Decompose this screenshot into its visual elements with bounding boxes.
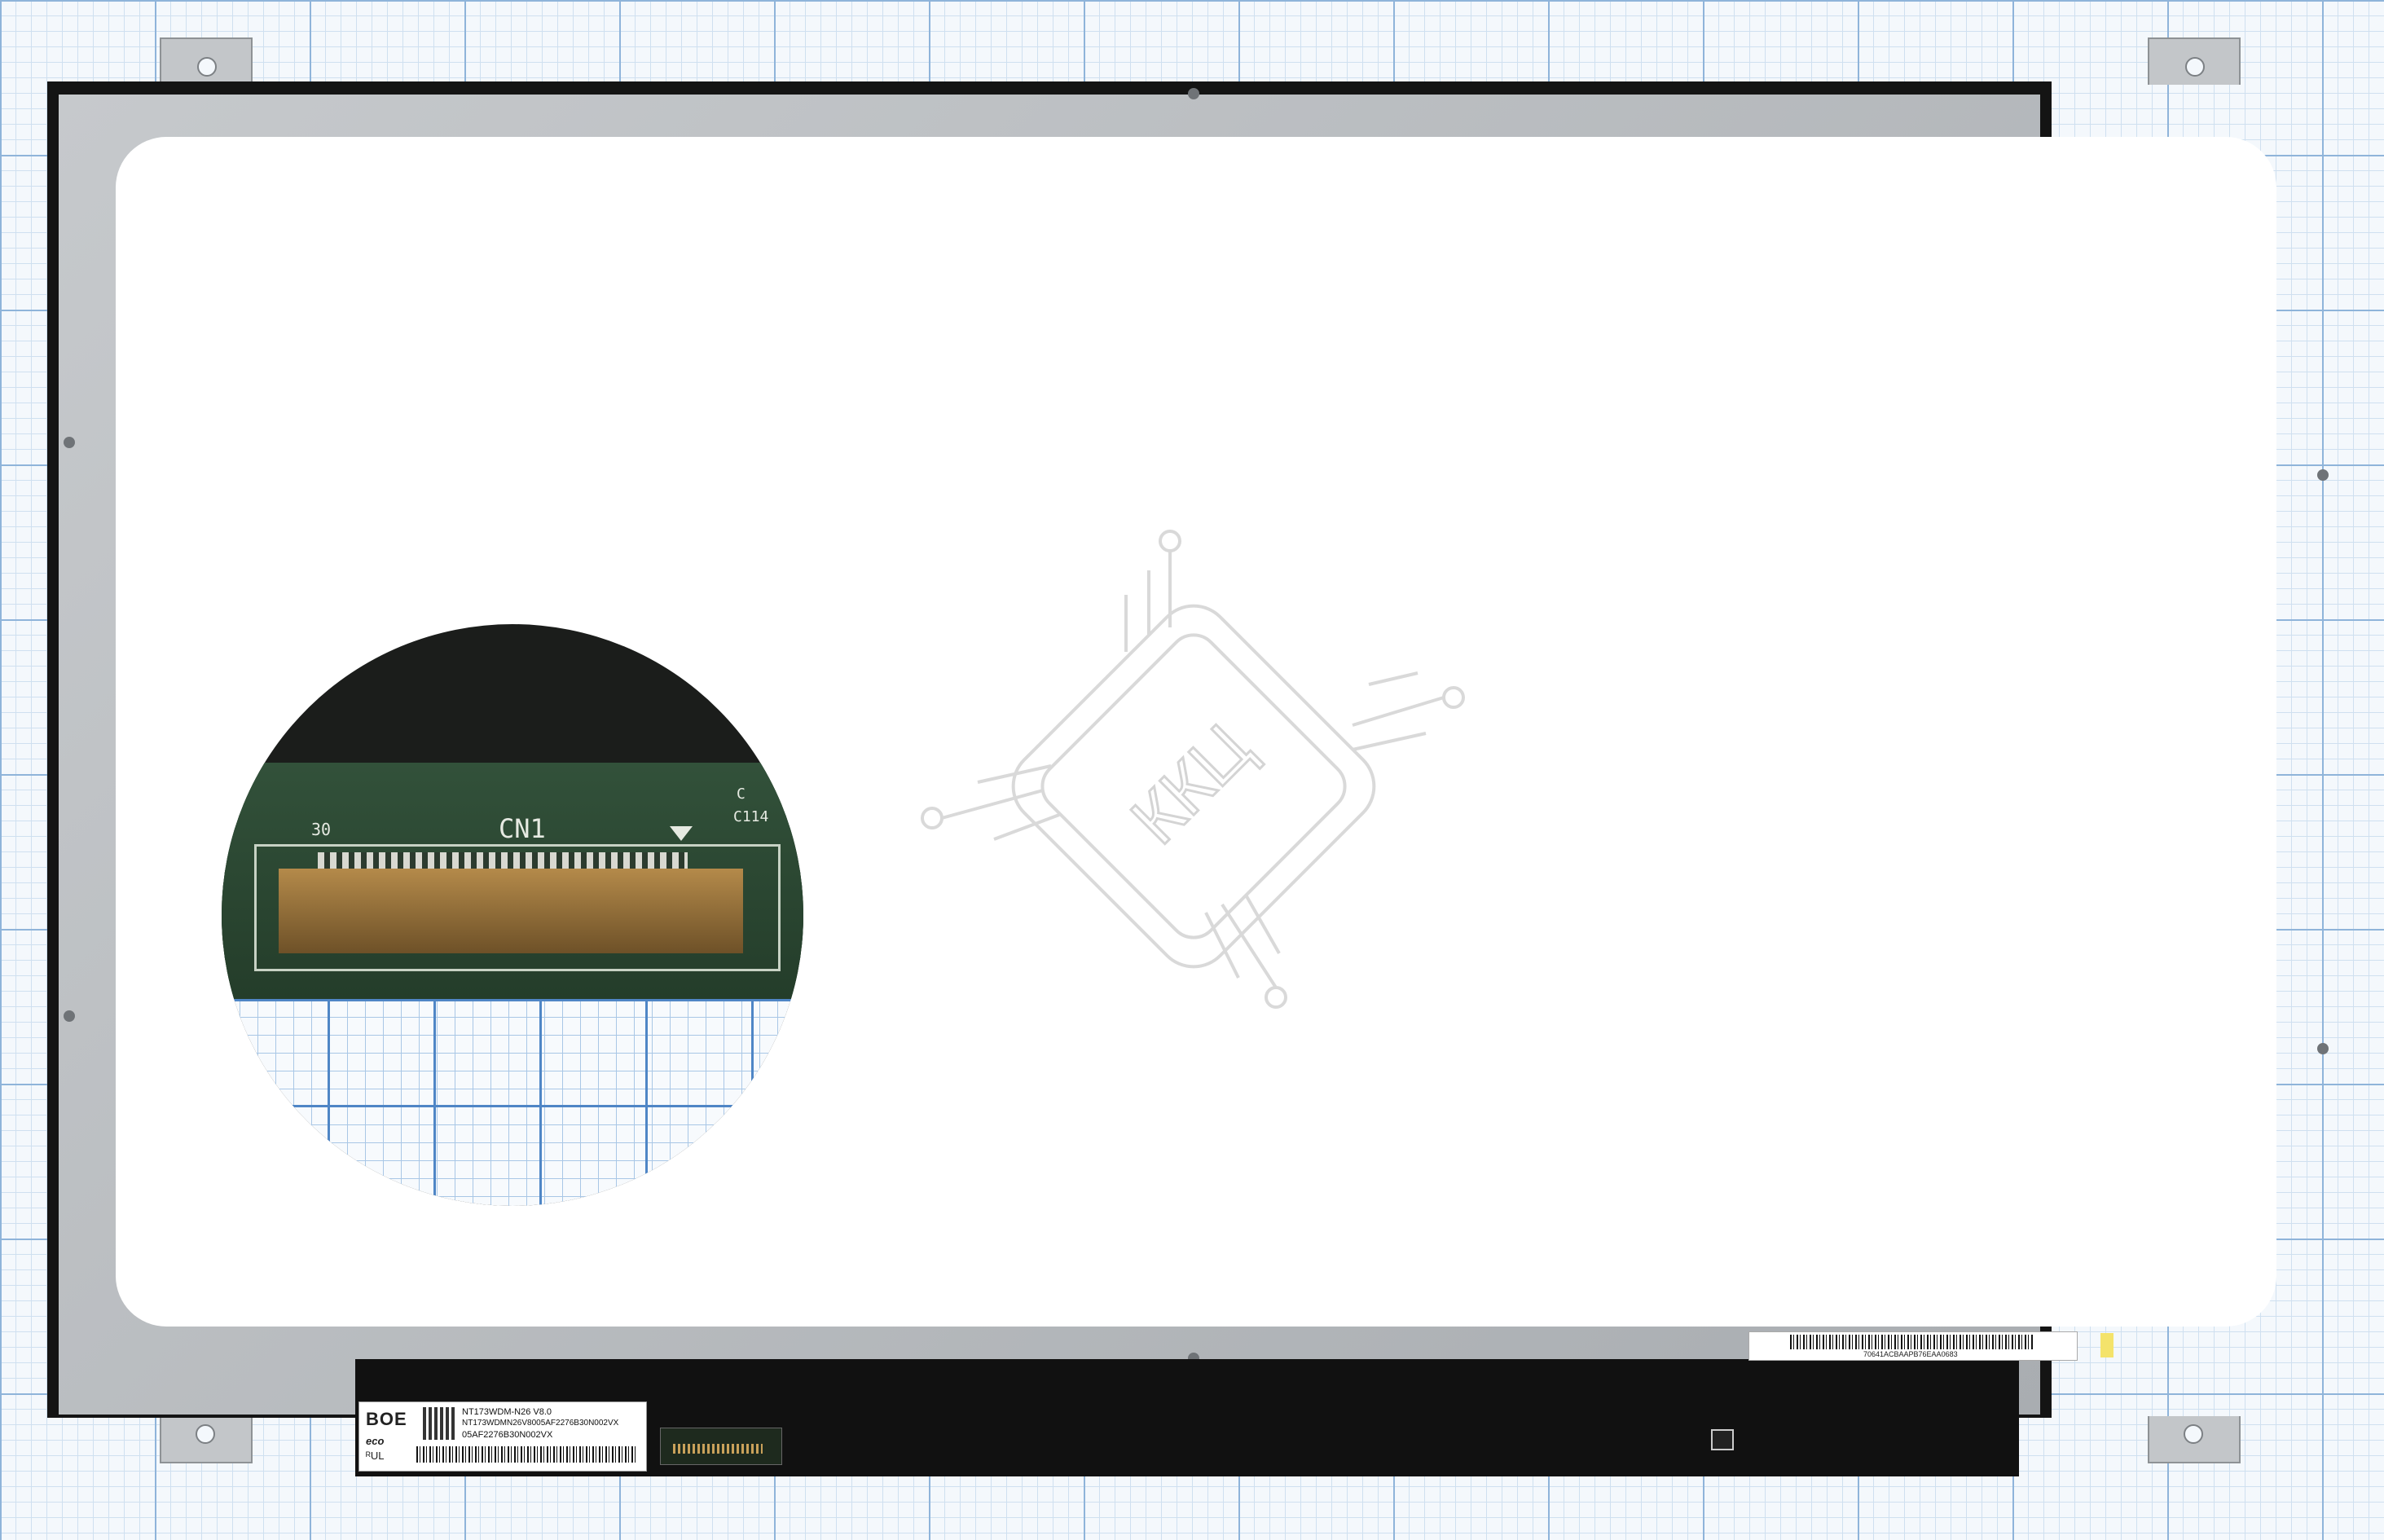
bottom-right-mount-tab <box>2148 1416 2241 1463</box>
pin1-triangle-icon <box>670 826 693 841</box>
top-left-mount-tab <box>160 37 253 85</box>
kkc-chip-watermark-icon: ККЦ <box>921 530 1465 1009</box>
bottom-left-mount-tab <box>160 1416 253 1463</box>
top-right-mount-tab <box>2148 37 2241 85</box>
side-hole-icon <box>2317 1043 2329 1054</box>
model-label-sticker: BOE eco ᴿUL NT173WDM-N26 V8.0 NT173WDMN2… <box>358 1401 647 1472</box>
screw-hole-icon <box>196 1424 215 1444</box>
label-barcode <box>416 1446 636 1463</box>
model-line-3: 05AF2276B30N002VX <box>462 1430 553 1440</box>
side-hole-icon <box>2317 469 2329 481</box>
top-hole-icon <box>1188 88 1199 99</box>
serial-barcode <box>1790 1335 2034 1349</box>
connector-zoom-inset: CN1 30 C C114 <box>222 624 803 1206</box>
side-hole-icon <box>64 437 75 448</box>
brand-logo: BOE <box>366 1409 407 1429</box>
connector-label: CN1 <box>499 813 546 844</box>
yellow-tape-tab <box>2100 1333 2113 1357</box>
screw-hole-icon <box>2185 57 2205 77</box>
qr-code-icon <box>423 1407 455 1440</box>
eco-mark: eco <box>366 1435 385 1447</box>
graph-paper-background <box>222 999 803 1206</box>
pin-number-label: 30 <box>311 820 332 839</box>
edp-connector <box>279 869 743 953</box>
serial-sticker: 70641ACBAAPB76EAA0683 <box>1748 1331 2078 1361</box>
side-hole-icon <box>64 1010 75 1022</box>
small-connector-icon <box>1711 1429 1734 1450</box>
serial-number: 70641ACBAAPB76EAA0683 <box>1863 1350 1958 1358</box>
model-line-2: NT173WDMN26V8005AF2276B30N002VX <box>462 1419 619 1428</box>
screw-hole-icon <box>2184 1424 2203 1444</box>
component-prefix-label: C <box>737 785 746 803</box>
watermark-text: ККЦ <box>1116 709 1266 859</box>
model-line-1: NT173WDM-N26 V8.0 <box>462 1407 552 1417</box>
connector-pins-small <box>673 1444 763 1454</box>
ul-certification-mark: ᴿUL <box>366 1450 385 1462</box>
component-label: C114 <box>733 808 769 825</box>
screw-hole-icon <box>197 57 217 77</box>
